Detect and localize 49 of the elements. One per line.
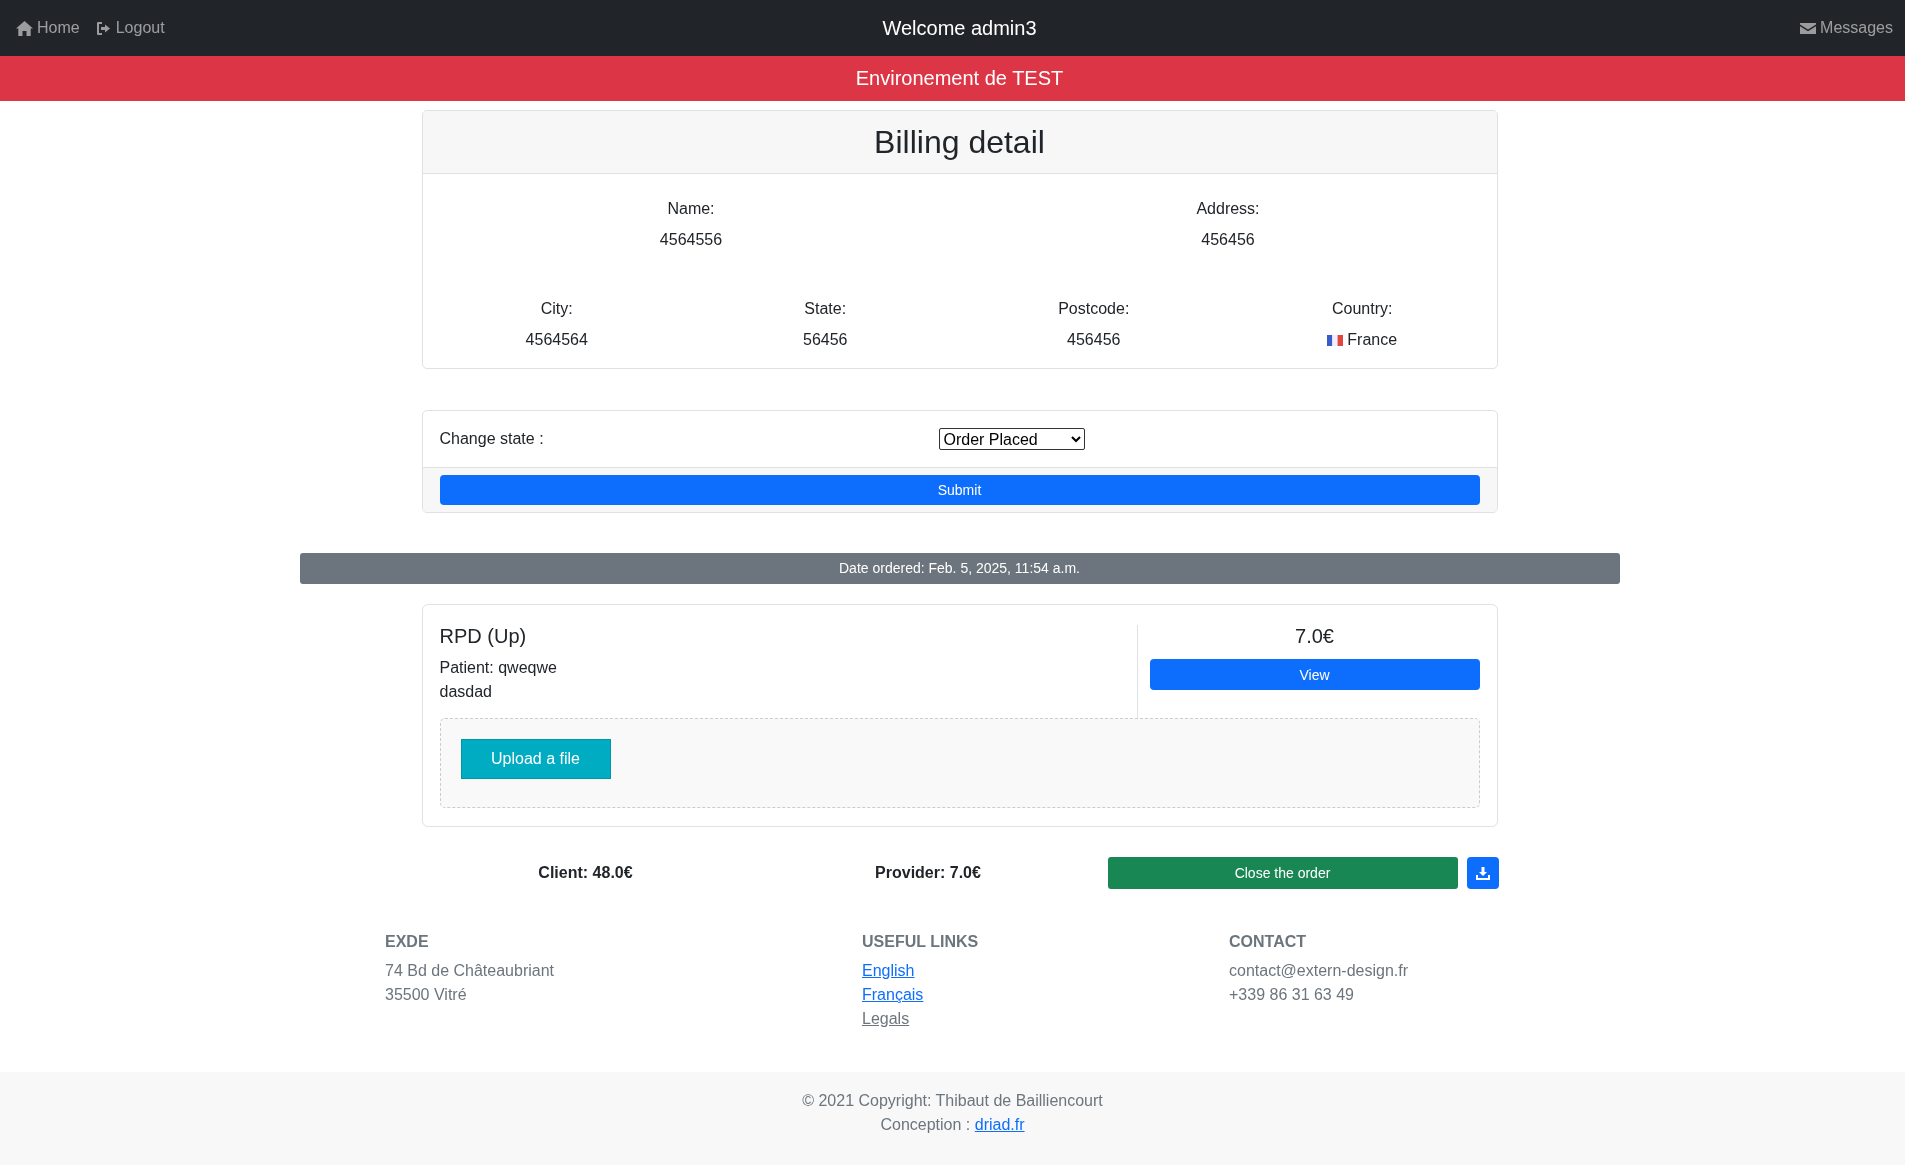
- field-label: Name:: [667, 200, 715, 218]
- copyright-text: © 2021 Copyright: Thibaut de Bailliencourt: [802, 1092, 1103, 1109]
- upload-button[interactable]: Upload a file: [460, 739, 611, 779]
- footer-text: +339 86 31 63 49: [1229, 985, 1355, 1005]
- footer-link[interactable]: Français: [862, 983, 924, 1007]
- environment-banner: Environement de TEST: [0, 56, 1905, 101]
- download-button[interactable]: [1466, 857, 1499, 889]
- item-title: RPD (Up): [439, 625, 528, 648]
- card-title: Billing detail: [874, 123, 1045, 161]
- field-value: 56456: [803, 331, 848, 349]
- date-ordered-bar: Date ordered: Feb. 5, 2025, 11:54 a.m.: [299, 553, 1620, 584]
- sign-out-icon: [95, 20, 112, 36]
- welcome-title: Welcome admin3: [882, 16, 1037, 39]
- field-label: Country:: [1332, 300, 1393, 318]
- footer-heading: USEFUL LINKS: [862, 933, 980, 951]
- field-value: 4564564: [525, 331, 588, 349]
- field-label: State:: [804, 300, 847, 318]
- logout-link[interactable]: Logout: [95, 19, 165, 37]
- footer-link[interactable]: English: [862, 959, 915, 983]
- provider-total: Provider: 7.0€: [875, 864, 981, 881]
- messages-link[interactable]: Messages: [1800, 19, 1893, 37]
- client-total: Client: 48.0€: [538, 864, 633, 881]
- download-icon: [1475, 866, 1490, 880]
- footer-link[interactable]: Legals: [862, 1007, 910, 1031]
- conception-label: Conception :: [880, 1116, 971, 1133]
- state-dropdown[interactable]: Order Placed: [938, 428, 1085, 450]
- field-value: France: [1347, 331, 1398, 349]
- field-label: City:: [540, 300, 573, 318]
- footer-text: contact@extern-design.fr: [1229, 961, 1409, 981]
- home-link[interactable]: Home: [16, 19, 80, 37]
- note-text: dasdad: [439, 682, 493, 702]
- field-value: 4564556: [659, 231, 723, 249]
- field-value: 456456: [1067, 331, 1121, 349]
- field-value: 456456: [1201, 231, 1255, 249]
- field-label: Postcode:: [1058, 300, 1130, 318]
- home-icon: [16, 20, 33, 36]
- close-order-button[interactable]: Close the order: [1107, 857, 1458, 889]
- footer-text: 74 Bd de Châteaubriant: [385, 961, 555, 981]
- footer-text: 35500 Vitré: [385, 985, 468, 1005]
- envelope-icon: [1800, 21, 1817, 35]
- change-state-label: Change state :: [439, 430, 545, 448]
- footer-heading: EXDE: [385, 933, 430, 951]
- patient-text: Patient: qweqwe: [439, 658, 558, 678]
- item-price: 7.0€: [1294, 625, 1335, 648]
- conception-link[interactable]: driad.fr: [974, 1116, 1025, 1133]
- submit-button[interactable]: Submit: [439, 475, 1480, 505]
- view-button[interactable]: View: [1149, 659, 1480, 690]
- footer-heading: CONTACT: [1229, 933, 1308, 951]
- field-label: Address:: [1196, 200, 1260, 218]
